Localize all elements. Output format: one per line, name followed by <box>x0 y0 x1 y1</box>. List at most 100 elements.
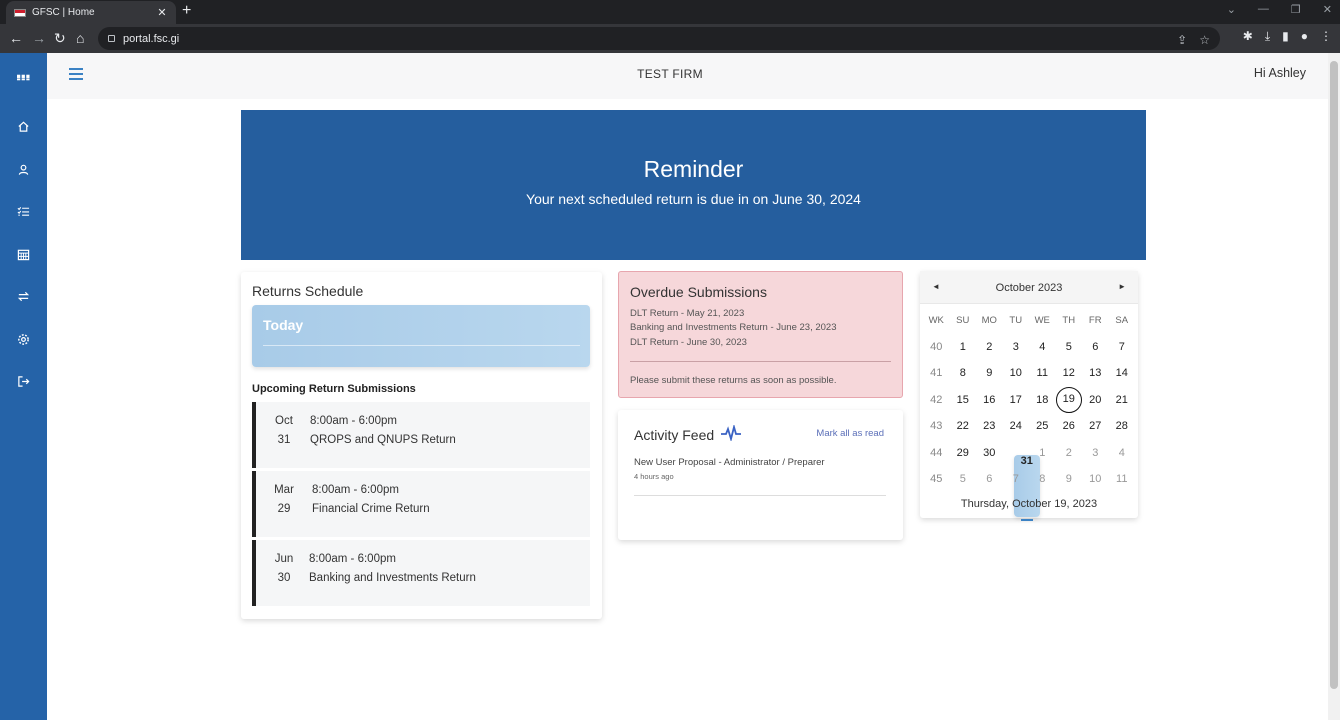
calendar-day[interactable]: 12 <box>1056 367 1083 379</box>
calendar-day[interactable]: 11 <box>1109 473 1136 485</box>
event-item[interactable]: Oct 31 8:00am - 6:00pm QROPS and QNUPS R… <box>252 402 590 468</box>
window-controls: ⌄ — ❐ ✕ <box>1227 3 1332 16</box>
calendar-day[interactable]: 10 <box>1082 473 1109 485</box>
next-month-icon[interactable]: ► <box>1118 282 1126 291</box>
calendar-day[interactable]: 27 <box>1082 420 1109 432</box>
download-icon[interactable]: ⤓ <box>1265 29 1270 44</box>
forward-icon[interactable]: → <box>32 30 46 46</box>
weekday-header: SU <box>956 314 970 326</box>
calendar-day[interactable]: 28 <box>1109 420 1136 432</box>
sidebar-item-settings[interactable] <box>0 328 47 350</box>
restore-icon[interactable]: ❐ <box>1291 3 1301 16</box>
bookmark-star-icon[interactable]: ☆ <box>1199 33 1210 47</box>
weekday-header: WK <box>928 314 944 326</box>
sidebar-item-logout[interactable] <box>0 370 47 392</box>
calendar-day[interactable]: 16 <box>976 394 1003 406</box>
today-divider <box>263 345 580 346</box>
close-tab-icon[interactable]: ✕ <box>156 6 168 19</box>
calendar-day[interactable]: 2 <box>976 341 1003 353</box>
calendar-day[interactable]: 6 <box>976 473 1003 485</box>
calendar-weekday-row: WK SU MO TU WE TH FR SA <box>923 307 1135 334</box>
event-day: 29 <box>277 503 291 515</box>
transfer-arrows-icon <box>17 291 30 301</box>
calendar-month-label[interactable]: October 2023 <box>920 282 1138 294</box>
overdue-item[interactable]: DLT Return - June 30, 2023 <box>630 337 747 348</box>
tab-search-icon[interactable]: ⌄ <box>1227 3 1236 16</box>
sidebar-item-transfer[interactable] <box>0 285 47 307</box>
calendar-day[interactable]: 4 <box>1109 447 1136 459</box>
sidebar-item-calendar[interactable] <box>0 243 47 265</box>
calendar-day[interactable]: 1 <box>1029 447 1056 459</box>
user-greeting[interactable]: Hi Ashley <box>1254 66 1306 80</box>
calendar-day[interactable]: 15 <box>950 394 977 406</box>
calendar-day[interactable]: 3 <box>1003 341 1030 353</box>
today-panel: Today <box>252 305 590 367</box>
calendar-day[interactable]: 9 <box>976 367 1003 379</box>
sidebar-item-apps[interactable] <box>0 66 47 88</box>
mark-all-read-link[interactable]: Mark all as read <box>816 428 884 439</box>
overdue-item[interactable]: DLT Return - May 21, 2023 <box>630 308 744 319</box>
minimize-icon[interactable]: — <box>1258 3 1269 16</box>
new-tab-button[interactable]: + <box>182 3 191 19</box>
calendar-day[interactable]: 29 <box>950 447 977 459</box>
calendar-day[interactable]: 3 <box>1082 447 1109 459</box>
calendar-day[interactable]: 24 <box>1003 420 1030 432</box>
scrollbar-thumb[interactable] <box>1330 61 1338 689</box>
calendar-day[interactable]: 19 <box>1055 386 1082 413</box>
reload-icon[interactable]: ↻ <box>54 30 66 46</box>
calendar-day[interactable]: 18 <box>1029 394 1056 406</box>
week-number: 41 <box>930 367 943 380</box>
calendar-day[interactable]: 6 <box>1082 341 1109 353</box>
calendar-day[interactable]: 10 <box>1003 367 1030 379</box>
calendar-day[interactable]: 9 <box>1056 473 1083 485</box>
home-icon[interactable]: ⌂ <box>76 30 84 46</box>
calendar-day[interactable]: 26 <box>1056 420 1083 432</box>
page-scrollbar[interactable] <box>1328 53 1340 720</box>
heartbeat-icon <box>721 425 741 441</box>
calendar-day[interactable]: 2 <box>1056 447 1083 459</box>
browser-tab-bar: GFSC | Home ✕ + ⌄ — ❐ ✕ <box>0 0 1340 24</box>
calendar-day[interactable]: 1 <box>950 341 977 353</box>
calendar-day[interactable]: 5 <box>950 473 977 485</box>
calendar-day[interactable]: 7 <box>1109 341 1136 353</box>
lock-icon <box>108 35 115 42</box>
calendar-week-row: 43 22 23 24 25 26 27 28 <box>923 413 1135 440</box>
overdue-item[interactable]: Banking and Investments Return - June 23… <box>630 322 837 333</box>
calendar-day[interactable]: 8 <box>950 367 977 379</box>
address-bar[interactable]: portal.fsc.gi ⇪ ☆ <box>98 27 1220 50</box>
close-window-icon[interactable]: ✕ <box>1323 3 1332 16</box>
calendar-day[interactable]: 4 <box>1029 341 1056 353</box>
share-icon[interactable]: ⇪ <box>1177 33 1187 47</box>
reminder-banner: Reminder Your next scheduled return is d… <box>241 110 1146 260</box>
calendar-day[interactable]: 22 <box>950 420 977 432</box>
calendar-day[interactable]: 13 <box>1082 367 1109 379</box>
event-item[interactable]: Jun 30 8:00am - 6:00pm Banking and Inves… <box>252 540 590 606</box>
extensions-icon[interactable]: ✱ <box>1243 29 1253 44</box>
calendar-widget: ◄ October 2023 ► WK SU MO TU WE TH FR SA 40 1 2 3 4 5… <box>920 271 1138 521</box>
calendar-day[interactable]: 8 <box>1029 473 1056 485</box>
calendar-day[interactable]: 23 <box>976 420 1003 432</box>
sidebar <box>0 53 47 720</box>
activity-item[interactable]: New User Proposal - Administrator / Prep… <box>634 457 825 468</box>
calendar-day[interactable]: 20 <box>1082 394 1109 406</box>
event-time: 8:00am - 6:00pm <box>312 484 399 496</box>
calendar-day[interactable]: 7 <box>1003 473 1030 485</box>
browser-tab[interactable]: GFSC | Home ✕ <box>6 1 176 24</box>
calendar-day[interactable]: 17 <box>1003 394 1030 406</box>
sidebar-item-user[interactable] <box>0 158 47 180</box>
side-panel-icon[interactable]: ▮ <box>1282 29 1289 44</box>
calendar-day[interactable]: 14 <box>1109 367 1136 379</box>
event-item[interactable]: Mar 29 8:00am - 6:00pm Financial Crime R… <box>252 471 590 537</box>
menu-kebab-icon[interactable]: ⋮ <box>1320 29 1332 44</box>
profile-icon[interactable]: ● <box>1301 29 1308 44</box>
sidebar-item-home[interactable] <box>0 115 47 137</box>
calendar-day[interactable]: 11 <box>1029 367 1056 379</box>
firm-name: TEST FIRM <box>637 67 703 81</box>
calendar-day[interactable]: 30 <box>976 447 1003 459</box>
calendar-day[interactable]: 21 <box>1109 394 1136 406</box>
back-icon[interactable]: ← <box>9 30 23 46</box>
calendar-day[interactable]: 5 <box>1056 341 1083 353</box>
weekday-header: WE <box>1034 314 1050 326</box>
sidebar-item-list[interactable] <box>0 200 47 222</box>
calendar-day[interactable]: 25 <box>1029 420 1056 432</box>
